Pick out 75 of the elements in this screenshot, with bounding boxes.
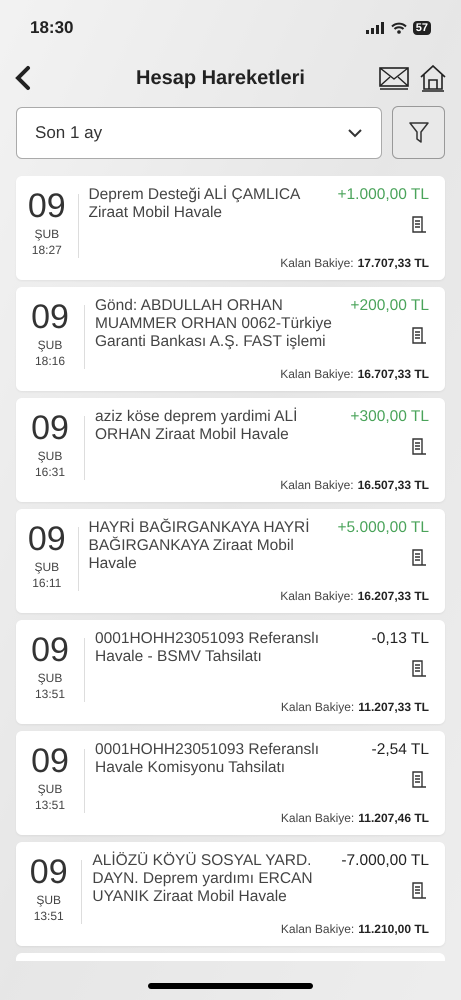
status-time: 18:30 [30,17,74,40]
balance-label: Kalan Bakiye: [280,255,354,272]
balance-value: 16.707,33 TL [358,366,429,383]
day: 09 [28,188,66,224]
receipt-icon[interactable] [411,438,427,456]
receipt-icon[interactable] [411,660,427,678]
description: aziz köse deprem yardimi ALİ ORHAN Ziraat Mobil Havale [95,408,298,445]
transaction-card[interactable]: 09 ŞUB 13:51 0001HOHH23051093 Referanslı Havale - BSMV Tahsilatı -0,13 TL Kalan Bakiye: 11.207,33 TL [16,620,445,724]
balance-value: 16.207,33 TL [358,588,429,605]
description: 0001HOHH23051093 Referanslı Havale - BSMV Tahsilatı [95,630,320,667]
day: 09 [28,521,66,557]
transaction-card[interactable]: 09 ŞUB 13:51 ALİÖZÜ KÖYÜ SOSYAL YARD. DAYN. Deprem yardımı ERCAN UYANIK Ziraat Mobil Havale -7.000,00 TL Kalan Bakiye: 11.210,00 TL [16,842,445,946]
balance-label: Kalan Bakiye: [280,366,354,383]
month: ŞUB [36,892,62,908]
month: ŞUB [38,670,62,686]
filter-icon [408,122,428,144]
day: 09 [31,410,69,446]
signal-icon [366,22,385,34]
day: 09 [30,854,68,890]
wifi-icon [390,22,407,34]
amount: +200,00 TL [350,297,429,315]
battery-level: 57 [412,21,431,35]
receipt-icon[interactable] [411,216,427,234]
month: ŞUB [38,448,62,464]
time: 13:51 [34,908,64,924]
month: ŞUB [34,226,60,242]
amount: -2,54 TL [372,741,429,759]
chevron-down-icon [347,128,363,138]
page-title: Hesap Hareketleri [135,66,306,91]
day: 09 [31,632,69,668]
day: 09 [31,743,69,779]
description: HAYRİ BAĞIRGANKAYA HAYRİ BAĞIRGANKAYA Ziraat Mobil Havale [88,519,311,573]
description: Deprem Desteği ALİ ÇAMLICA Ziraat Mobil Havale [88,186,302,223]
time: 13:51 [34,797,66,813]
month: ŞUB [38,337,62,353]
balance-label: Kalan Bakiye: [280,477,354,494]
mail-icon[interactable] [379,66,409,90]
amount: +300,00 TL [350,408,429,426]
description: 0001HOHH23051093 Referanslı Havale Komisyonu Tahsilatı [95,741,320,778]
amount: +1.000,00 TL [337,186,429,204]
filter-button[interactable] [392,106,445,159]
balance-value: 17.707,33 TL [358,255,429,272]
description: ALİÖZÜ KÖYÜ SOSYAL YARD. DAYN. Deprem yardımı ERCAN UYANIK Ziraat Mobil Havale [92,852,314,906]
transaction-card[interactable]: 09 ŞUB 18:27 Deprem Desteği ALİ ÇAMLICA Ziraat Mobil Havale +1.000,00 TL Kalan Bakiye: 17.707,33 TL [16,176,445,280]
receipt-icon[interactable] [411,882,427,900]
balance-value: 11.207,46 TL [358,810,429,827]
day: 09 [31,299,69,335]
transaction-card[interactable]: 09 ŞUB 16:31 aziz köse deprem yardimi ALİ ORHAN Ziraat Mobil Havale +300,00 TL Kalan Bakiye: 16.507,33 TL [16,398,445,502]
receipt-icon[interactable] [411,549,427,567]
transaction-card[interactable]: 09 ŞUB 18:16 Gönd: ABDULLAH ORHAN MUAMMER ORHAN 0062-Türkiye Garanti Bankası A.Ş. FAST işlemi +200,00 TL Kalan Bakiye: 16.707,33 TL [16,287,445,391]
balance-label: Kalan Bakiye: [280,588,354,605]
transaction-card[interactable]: 09 ŞUB 13:51 0001HOHH23051093 Referanslı Havale Komisyonu Tahsilatı -2,54 TL Kalan Bakiye: 11.207,46 TL [16,731,445,835]
period-dropdown[interactable]: Son 1 ay [16,106,382,158]
amount: -0,13 TL [372,630,429,648]
back-icon[interactable] [14,65,32,91]
balance-label: Kalan Bakiye: [280,810,354,827]
home-icon[interactable] [419,64,447,92]
amount: -7.000,00 TL [341,852,429,870]
month: ŞUB [38,781,62,797]
amount: +5.000,00 TL [337,519,429,537]
transaction-card[interactable]: 09 ŞUB 16:11 HAYRİ BAĞIRGANKAYA HAYRİ BAĞIRGANKAYA Ziraat Mobil Havale +5.000,00 TL Kalan Bakiye: 16.207,33 TL [16,509,445,613]
balance-value: 11.207,33 TL [358,699,429,716]
time: 16:11 [32,575,62,591]
time: 18:16 [34,353,66,369]
balance-label: Kalan Bakiye: [280,699,354,716]
balance-value: 16.507,33 TL [358,477,429,494]
balance-value: 11.210,00 TL [358,921,429,938]
receipt-icon[interactable] [411,771,427,789]
description: Gönd: ABDULLAH ORHAN MUAMMER ORHAN 0062-Türkiye Garanti Bankası A.Ş. FAST işlemi [95,297,333,351]
balance-label: Kalan Bakiye: [280,921,354,938]
receipt-icon[interactable] [411,327,427,345]
time: 13:51 [34,686,66,702]
month: ŞUB [34,559,60,575]
time: 16:31 [34,464,66,480]
time: 18:27 [32,242,62,258]
